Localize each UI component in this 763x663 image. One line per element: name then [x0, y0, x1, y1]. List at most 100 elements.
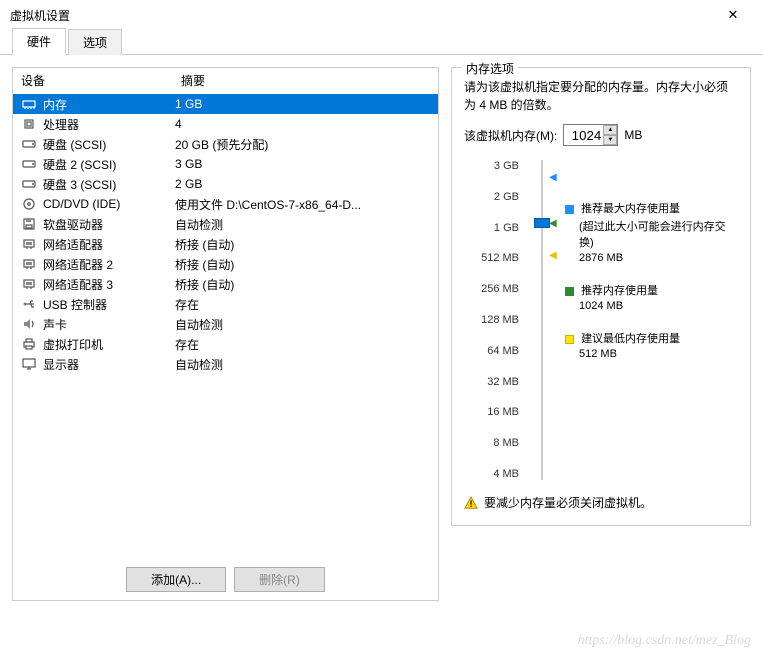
device-summary: 使用文件 D:\CentOS-7-x86_64-D...	[175, 196, 438, 213]
tick-label: 256 MB	[464, 283, 519, 295]
device-list: 内存1 GB处理器4硬盘 (SCSI)20 GB (预先分配)硬盘 2 (SCS…	[13, 94, 438, 374]
tab-hardware[interactable]: 硬件	[12, 28, 66, 55]
spin-down-icon[interactable]: ▼	[603, 135, 617, 145]
memory-desc: 请为该虚拟机指定要分配的内存量。内存大小必须为 4 MB 的倍数。	[464, 78, 738, 114]
tick-label: 4 MB	[464, 468, 519, 480]
tab-strip: 硬件 选项	[0, 30, 763, 55]
net-icon	[21, 277, 37, 291]
memory-groupbox: 内存选项 请为该虚拟机指定要分配的内存量。内存大小必须为 4 MB 的倍数。 该…	[451, 67, 751, 526]
device-name: 网络适配器	[43, 236, 103, 253]
memory-group-title: 内存选项	[462, 60, 518, 77]
device-row[interactable]: 声卡 自动检测	[13, 314, 438, 334]
tick-label: 8 MB	[464, 437, 519, 449]
device-name: USB 控制器	[43, 296, 107, 313]
memory-unit: MB	[624, 128, 642, 142]
device-headers: 设备 摘要	[13, 68, 438, 94]
device-name: 处理器	[43, 116, 79, 133]
disk-icon	[21, 157, 37, 171]
net-icon	[21, 257, 37, 271]
legend-max: 推荐最大内存使用量 (超过此大小可能会进行内存交换) 2876 MB	[565, 200, 738, 264]
device-row[interactable]: 软盘驱动器 自动检测	[13, 214, 438, 234]
device-row[interactable]: 网络适配器 3桥接 (自动)	[13, 274, 438, 294]
device-name: 硬盘 (SCSI)	[43, 136, 106, 153]
device-summary: 4	[175, 117, 438, 131]
header-device: 设备	[21, 72, 181, 89]
header-summary: 摘要	[181, 72, 438, 89]
tick-label: 2 GB	[464, 191, 519, 203]
device-summary: 存在	[175, 336, 438, 353]
memory-slider[interactable]: ◀ ◀ ◀	[527, 160, 557, 480]
device-summary: 自动检测	[175, 216, 438, 233]
spin-up-icon[interactable]: ▲	[603, 125, 617, 135]
device-name: 内存	[43, 96, 67, 113]
memory-input-label: 该虚拟机内存(M):	[464, 127, 557, 144]
device-summary: 桥接 (自动)	[175, 276, 438, 293]
device-summary: 1 GB	[175, 97, 438, 111]
tick-label: 3 GB	[464, 160, 519, 172]
cpu-icon	[21, 117, 37, 131]
device-name: 虚拟打印机	[43, 336, 103, 353]
memory-warning: 要减少内存量必须关闭虚拟机。	[464, 494, 738, 511]
warning-icon	[464, 496, 478, 510]
close-icon[interactable]: ✕	[713, 7, 753, 23]
device-name: 网络适配器 2	[43, 256, 113, 273]
tab-options[interactable]: 选项	[68, 29, 122, 55]
device-name: CD/DVD (IDE)	[43, 197, 120, 211]
device-row[interactable]: 虚拟打印机 存在	[13, 334, 438, 354]
net-icon	[21, 237, 37, 251]
legend-rec: 推荐内存使用量 1024 MB	[565, 282, 738, 312]
printer-icon	[21, 337, 37, 351]
watermark: https://blog.csdn.net/mez_Blog	[578, 633, 751, 649]
device-row[interactable]: 硬盘 (SCSI) 20 GB (预先分配)	[13, 134, 438, 154]
device-row[interactable]: USB 控制器 存在	[13, 294, 438, 314]
tick-label: 1 GB	[464, 222, 519, 234]
device-name: 硬盘 3 (SCSI)	[43, 176, 116, 193]
device-row[interactable]: 网络适配器桥接 (自动)	[13, 234, 438, 254]
floppy-icon	[21, 217, 37, 231]
device-row[interactable]: 处理器 4	[13, 114, 438, 134]
slider-thumb[interactable]	[534, 218, 550, 228]
device-summary: 20 GB (预先分配)	[175, 136, 438, 153]
cd-icon	[21, 197, 37, 211]
device-row[interactable]: 硬盘 3 (SCSI) 2 GB	[13, 174, 438, 194]
device-row[interactable]: 网络适配器 2桥接 (自动)	[13, 254, 438, 274]
device-summary: 自动检测	[175, 356, 438, 373]
disk-icon	[21, 137, 37, 151]
device-name: 声卡	[43, 316, 67, 333]
tick-label: 64 MB	[464, 345, 519, 357]
tick-label: 32 MB	[464, 376, 519, 388]
marker-min-icon: ◀	[549, 250, 557, 261]
legend-min: 建议最低内存使用量 512 MB	[565, 330, 738, 360]
device-summary: 3 GB	[175, 157, 438, 171]
remove-button[interactable]: 删除(R)	[234, 567, 325, 592]
memory-spinner[interactable]: ▲▼	[563, 124, 618, 146]
memory-icon	[21, 97, 37, 111]
tick-label: 512 MB	[464, 252, 519, 264]
device-summary: 2 GB	[175, 177, 438, 191]
display-icon	[21, 357, 37, 371]
legend-max-swatch	[565, 205, 574, 214]
legend-min-swatch	[565, 335, 574, 344]
device-summary: 自动检测	[175, 316, 438, 333]
device-row[interactable]: 内存 1 GB	[13, 94, 438, 114]
disk-icon	[21, 177, 37, 191]
sound-icon	[21, 317, 37, 331]
device-row[interactable]: 显示器 自动检测	[13, 354, 438, 374]
title-bar: 虚拟机设置 ✕	[0, 0, 763, 30]
memory-panel: 内存选项 请为该虚拟机指定要分配的内存量。内存大小必须为 4 MB 的倍数。 该…	[451, 67, 751, 601]
device-name: 软盘驱动器	[43, 216, 103, 233]
add-button[interactable]: 添加(A)...	[126, 567, 226, 592]
tick-label: 16 MB	[464, 406, 519, 418]
tick-label: 128 MB	[464, 314, 519, 326]
device-row[interactable]: 硬盘 2 (SCSI) 3 GB	[13, 154, 438, 174]
window-title: 虚拟机设置	[10, 7, 70, 24]
marker-max-icon: ◀	[549, 172, 557, 183]
device-panel: 设备 摘要 内存1 GB处理器4硬盘 (SCSI)20 GB (预先分配)硬盘 …	[12, 67, 439, 601]
device-name: 显示器	[43, 356, 79, 373]
device-summary: 存在	[175, 296, 438, 313]
device-row[interactable]: CD/DVD (IDE) 使用文件 D:\CentOS-7-x86_64-D...	[13, 194, 438, 214]
device-name: 硬盘 2 (SCSI)	[43, 156, 116, 173]
marker-rec-icon: ◀	[549, 218, 557, 229]
legend-rec-swatch	[565, 287, 574, 296]
device-buttons: 添加(A)... 删除(R)	[13, 567, 438, 592]
